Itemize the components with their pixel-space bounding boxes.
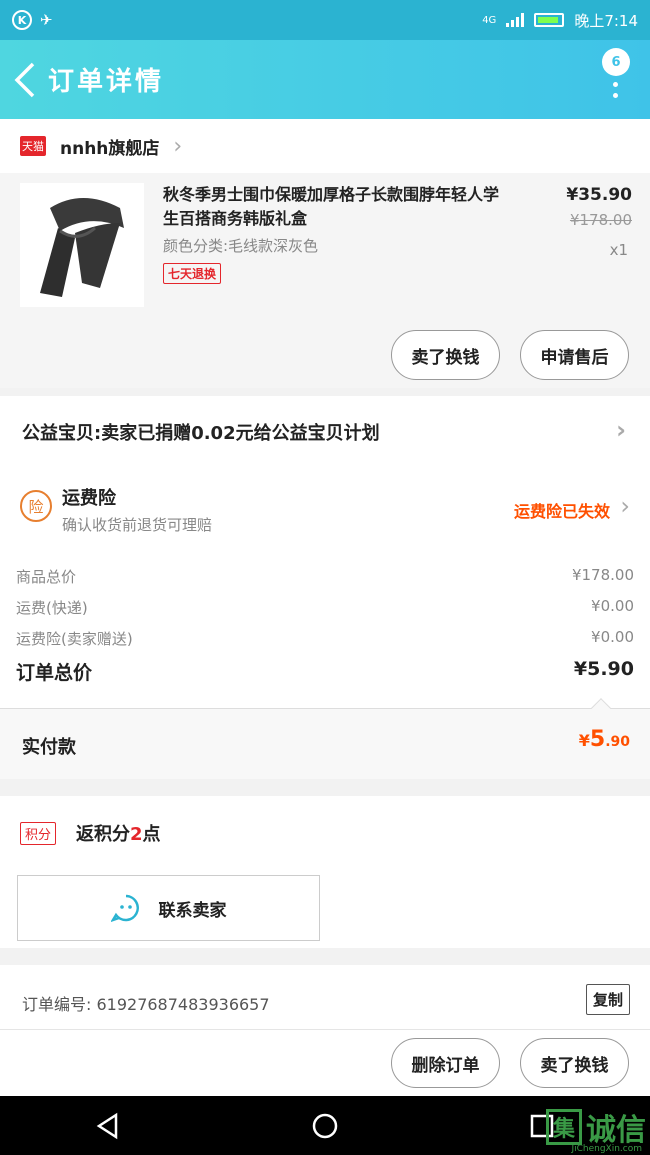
paid-label: 实付款 bbox=[22, 737, 76, 758]
insurance-icon: 险 bbox=[20, 490, 52, 522]
watermark-url: JiChengXin.com bbox=[571, 1144, 642, 1154]
copy-button[interactable]: 复制 bbox=[585, 984, 630, 1015]
insurance-title: 运费险 bbox=[62, 488, 116, 509]
after-sale-button[interactable]: 申请售后 bbox=[520, 330, 629, 380]
resell-button-bottom[interactable]: 卖了换钱 bbox=[520, 1038, 629, 1088]
notification-icon: ✈ bbox=[40, 11, 53, 29]
order-total-label: 订单总价 bbox=[16, 662, 93, 684]
cost-value: ¥0.00 bbox=[591, 628, 634, 646]
contact-seller-button[interactable]: 联系卖家 bbox=[17, 875, 320, 941]
product-thumbnail[interactable] bbox=[20, 183, 144, 307]
back-icon[interactable] bbox=[4, 50, 48, 110]
paid-decimal: .90 bbox=[605, 734, 630, 750]
message-badge: 6 bbox=[602, 48, 630, 76]
product-original-price: ¥178.00 bbox=[569, 211, 632, 229]
points-section: 积分 返积分2点 联系卖家 bbox=[0, 796, 650, 948]
points-count: 2 bbox=[130, 824, 143, 845]
delete-order-button[interactable]: 删除订单 bbox=[391, 1038, 500, 1088]
shop-name: nnhh旗舰店 bbox=[60, 138, 160, 159]
battery-icon bbox=[534, 13, 565, 27]
order-total-row: 订单总价 ¥5.90 bbox=[16, 658, 634, 685]
header: 订单详情 6 bbox=[0, 40, 650, 119]
paid-amount: ¥5.90 bbox=[579, 727, 630, 752]
points-suffix: 点 bbox=[142, 824, 161, 845]
chevron-right-icon: › bbox=[616, 416, 626, 444]
order-info: 订单编号: 61927687483936657 复制 bbox=[0, 965, 650, 1029]
more-menu-button[interactable]: 6 bbox=[602, 48, 632, 108]
order-number: 订单编号: 61927687483936657 bbox=[22, 995, 270, 1014]
product-spec: 颜色分类:毛线款深灰色 bbox=[163, 237, 319, 255]
paid-integer: 5 bbox=[589, 727, 606, 752]
bottom-action-bar: 删除订单 卖了换钱 bbox=[0, 1029, 650, 1096]
nav-back-icon[interactable] bbox=[94, 1112, 122, 1140]
charity-text: 公益宝贝:卖家已捐赠0.02元给公益宝贝计划 bbox=[22, 423, 380, 444]
signal-icon bbox=[506, 13, 525, 27]
chat-face-icon bbox=[110, 894, 139, 922]
cost-value: ¥178.00 bbox=[571, 566, 634, 584]
cost-label: 运费(快递) bbox=[16, 599, 88, 617]
charity-row[interactable]: 公益宝贝:卖家已捐赠0.02元给公益宝贝计划 › bbox=[0, 396, 650, 468]
chevron-right-icon: › bbox=[173, 133, 183, 159]
cost-breakdown: 商品总价 ¥178.00 运费(快递) ¥0.00 运费险(卖家赠送) ¥0.0… bbox=[0, 548, 650, 708]
app-k-icon: K bbox=[12, 10, 32, 30]
shop-row[interactable]: 天猫 nnhh旗舰店 › bbox=[0, 119, 650, 173]
points-prefix: 返积分 bbox=[76, 824, 130, 845]
cost-row: 商品总价 ¥178.00 bbox=[16, 566, 634, 587]
watermark-box: 集 bbox=[546, 1109, 582, 1145]
paid-currency: ¥ bbox=[578, 731, 590, 750]
shipping-insurance-row[interactable]: 险 运费险 确认收货前退货可理赔 运费险已失效 › bbox=[0, 468, 650, 548]
paid-amount-row: 实付款 ¥5.90 bbox=[0, 709, 650, 779]
system-nav-bar: 集 诚信 JiChengXin.com bbox=[0, 1096, 650, 1155]
resell-button[interactable]: 卖了换钱 bbox=[391, 330, 500, 380]
network-type: 4G bbox=[482, 14, 497, 26]
product-card[interactable]: 秋冬季男士围巾保暖加厚格子长款围脖年轻人学生百搭商务韩版礼盒 颜色分类:毛线款深… bbox=[0, 173, 650, 388]
more-dots-icon bbox=[613, 82, 619, 98]
cost-label: 商品总价 bbox=[16, 568, 77, 586]
watermark-text: 诚信 bbox=[586, 1113, 646, 1148]
cost-row: 运费险(卖家赠送) ¥0.00 bbox=[16, 628, 634, 649]
chevron-right-icon: › bbox=[620, 492, 630, 520]
page-title: 订单详情 bbox=[48, 67, 165, 97]
cost-value: ¥0.00 bbox=[591, 597, 634, 615]
insurance-status: 运费险已失效 bbox=[513, 502, 610, 521]
product-price: ¥35.90 bbox=[566, 185, 632, 205]
points-text: 返积分2点 bbox=[76, 820, 161, 846]
insurance-subtitle: 确认收货前退货可理赔 bbox=[62, 516, 213, 534]
contact-seller-label: 联系卖家 bbox=[158, 900, 227, 921]
order-total-value: ¥5.90 bbox=[573, 658, 634, 680]
cost-row: 运费(快递) ¥0.00 bbox=[16, 597, 634, 618]
cost-label: 运费险(卖家赠送) bbox=[16, 630, 133, 648]
product-title: 秋冬季男士围巾保暖加厚格子长款围脖年轻人学生百搭商务韩版礼盒 bbox=[163, 185, 500, 228]
points-badge: 积分 bbox=[20, 822, 57, 845]
tmall-icon: 天猫 bbox=[20, 136, 46, 156]
nav-home-icon[interactable] bbox=[311, 1112, 339, 1140]
watermark-logo: 集 诚信 bbox=[546, 1105, 646, 1149]
product-quantity: x1 bbox=[609, 241, 628, 259]
return-policy-badge: 七天退换 bbox=[163, 263, 222, 284]
clock: 晚上7:14 bbox=[574, 11, 638, 30]
status-bar: K ✈ 4G 晚上7:14 bbox=[0, 0, 650, 40]
